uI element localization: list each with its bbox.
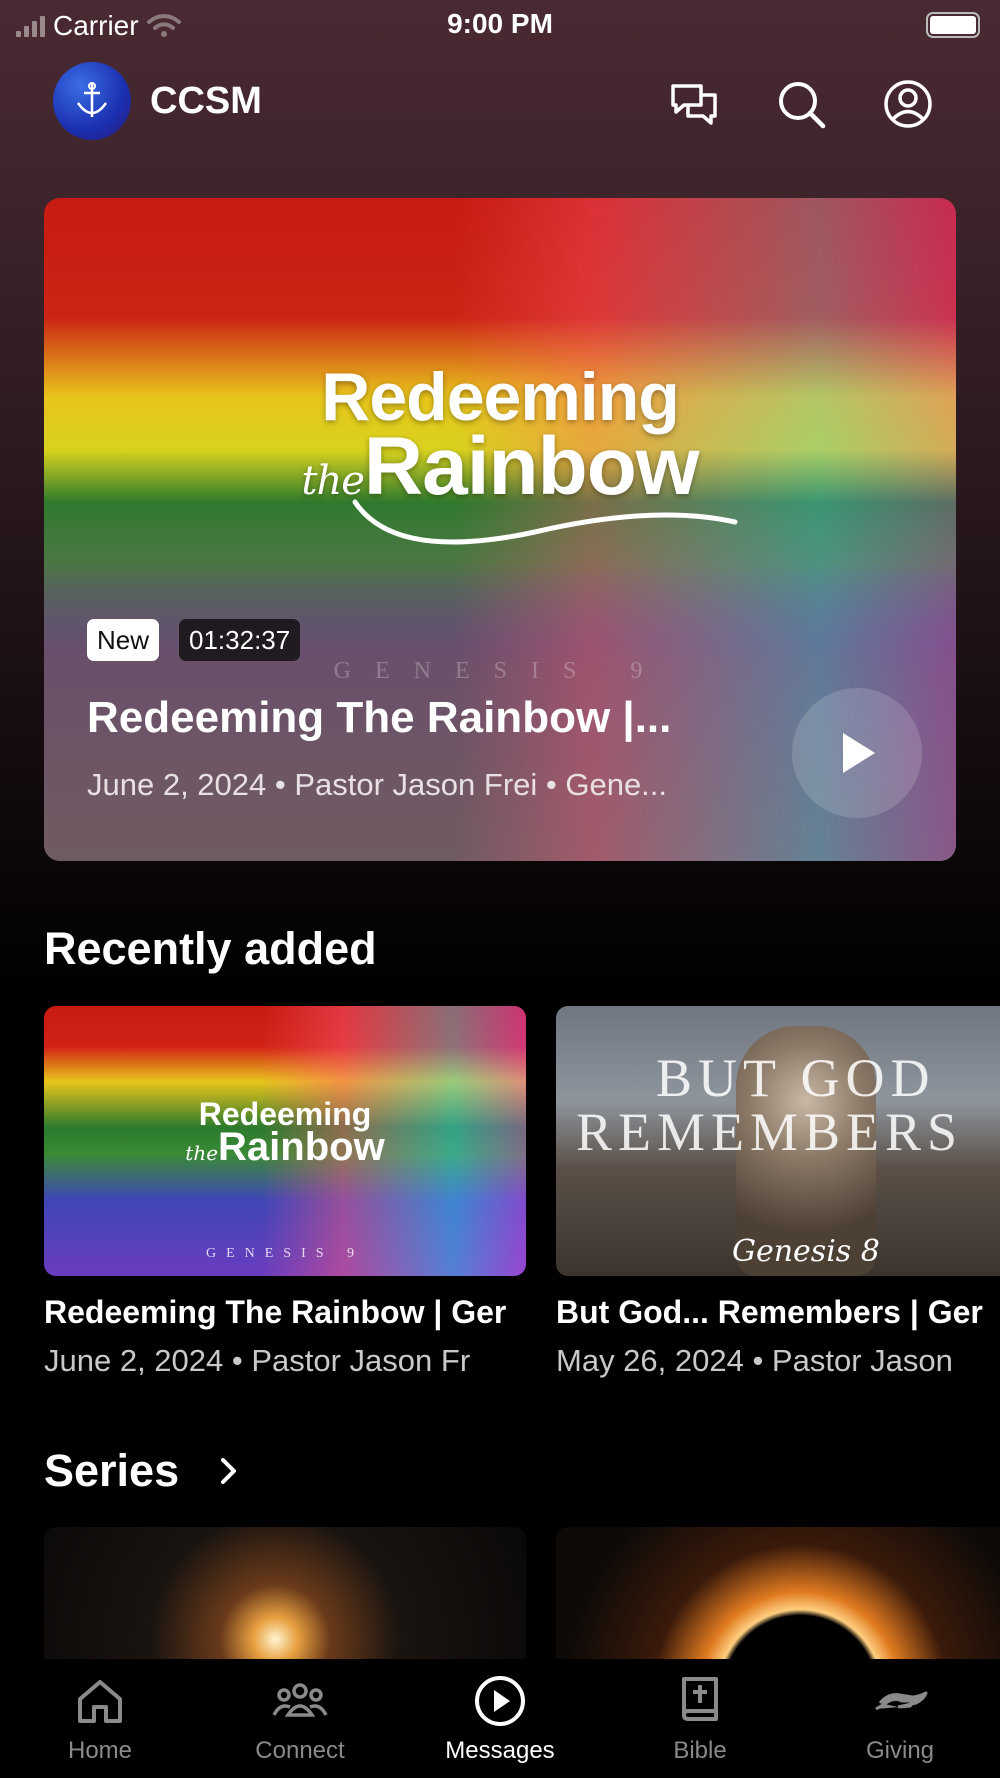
app-header: CCSM (0, 60, 1000, 144)
tab-connect[interactable]: Connect (200, 1659, 400, 1778)
featured-meta: June 2, 2024 • Pastor Jason Frei • Gene.… (87, 767, 668, 802)
chat-icon[interactable] (668, 78, 720, 130)
play-icon (843, 733, 875, 773)
series-card[interactable] (44, 1527, 526, 1677)
featured-art-title: Redeeming theRainbow (44, 358, 956, 557)
play-button[interactable] (792, 688, 922, 818)
status-bar: Carrier 9:00 PM (0, 0, 1000, 50)
tab-label: Messages (445, 1737, 555, 1764)
series-card[interactable] (556, 1527, 1000, 1677)
tab-label: Connect (255, 1737, 345, 1764)
featured-message-card[interactable]: Redeeming theRainbow GENESIS 9 New 01:32… (44, 198, 956, 861)
swoosh-decoration (352, 499, 738, 545)
message-card[interactable]: BUT GOD REMEMBERS Genesis 8 But God... R… (556, 1006, 1000, 1379)
home-icon (78, 1680, 122, 1723)
bible-icon (682, 1677, 718, 1721)
church-logo[interactable] (53, 62, 131, 140)
duration-badge: 01:32:37 (179, 619, 301, 661)
people-icon (272, 1683, 328, 1717)
play-circle-icon (475, 1676, 525, 1726)
series-heading: Series (44, 1445, 180, 1496)
message-card[interactable]: Redeeming theRainbow GENESIS 9 Redeeming… (44, 1006, 526, 1379)
tab-label: Bible (673, 1737, 727, 1764)
new-badge: New (87, 619, 160, 661)
tab-messages[interactable]: Messages (400, 1659, 600, 1778)
tab-label: Home (67, 1737, 133, 1764)
recently-added-heading: Recently added (44, 923, 377, 974)
message-thumbnail: Redeeming theRainbow GENESIS 9 (44, 1006, 526, 1276)
featured-art-scripture: GENESIS 9 (333, 658, 667, 684)
giving-hand-icon (875, 1691, 928, 1711)
message-meta: May 26, 2024 • Pastor Jason (556, 1343, 953, 1378)
tab-label: Giving (865, 1737, 935, 1764)
message-thumbnail: BUT GOD REMEMBERS Genesis 8 (556, 1006, 1000, 1276)
tab-bar: Home Connect Messages Bible Giving (0, 1659, 1000, 1778)
series-header[interactable]: Series (44, 1445, 239, 1497)
message-title: Redeeming The Rainbow | Ger (44, 1294, 507, 1330)
featured-title: Redeeming The Rainbow |... (87, 693, 672, 742)
tab-home[interactable]: Home (0, 1659, 200, 1778)
tab-giving[interactable]: Giving (800, 1659, 1000, 1778)
anchor-icon (76, 82, 108, 117)
status-time: 9:00 PM (447, 8, 553, 39)
message-title: But God... Remembers | Ger (556, 1294, 983, 1330)
message-meta: June 2, 2024 • Pastor Jason Fr (44, 1343, 471, 1378)
profile-icon[interactable] (882, 78, 934, 130)
tab-bible[interactable]: Bible (600, 1659, 800, 1778)
search-icon[interactable] (775, 78, 827, 130)
battery-icon (926, 12, 980, 38)
featured-badges: New 01:32:37 (87, 619, 301, 661)
chevron-right-icon (221, 1458, 237, 1484)
app-title: CCSM (150, 80, 262, 122)
